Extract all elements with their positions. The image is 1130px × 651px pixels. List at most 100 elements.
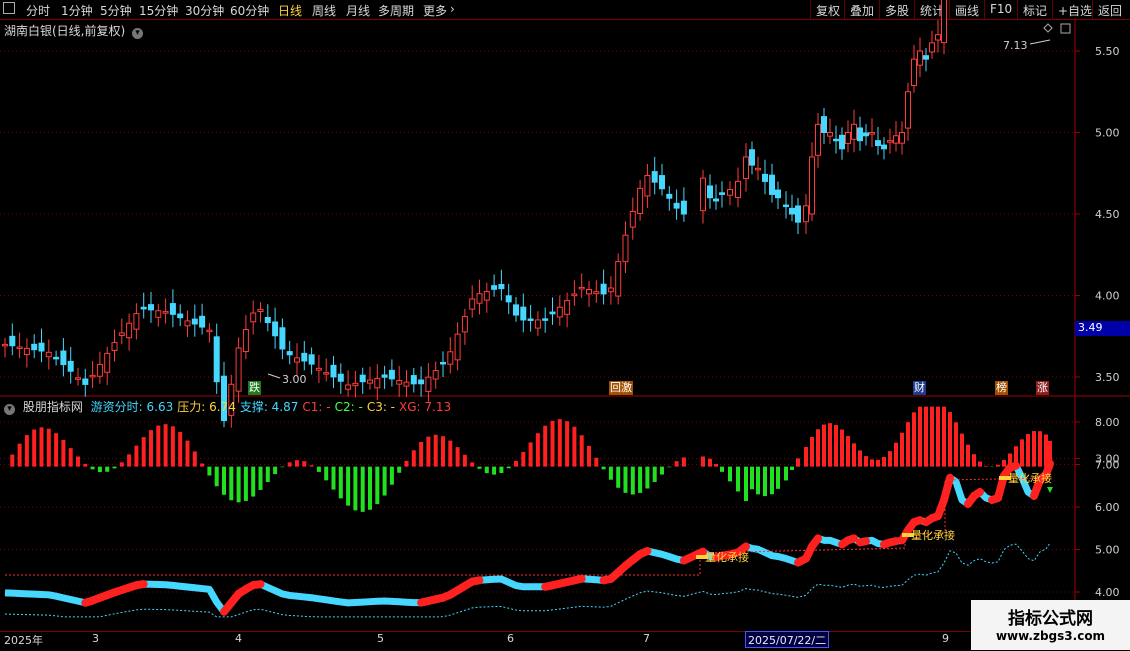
histogram-bar-down	[478, 467, 482, 469]
histogram-bar-down	[98, 467, 102, 472]
candle-body	[776, 190, 781, 198]
candle-body	[214, 337, 219, 382]
histogram-bar-up	[193, 451, 197, 466]
histogram-bar-up	[441, 436, 445, 466]
candle-body	[477, 294, 482, 303]
histogram-bar-up	[828, 423, 832, 466]
histogram-bar-up	[412, 450, 416, 466]
chart-canvas[interactable]: 7.006.506.005.505.004.504.003.503.008.00…	[0, 0, 1130, 650]
histogram-bar-up	[164, 424, 168, 466]
support-line	[5, 543, 1050, 617]
candle-body	[900, 133, 905, 144]
histogram-bar-up	[120, 462, 124, 466]
histogram-bar-up	[572, 427, 576, 467]
price-tick-label: 4.00	[1095, 290, 1120, 303]
histogram-bar-down	[616, 467, 620, 488]
youzi-line-red	[640, 551, 647, 554]
candle-body	[660, 176, 665, 189]
date-month-4: 4	[235, 632, 242, 645]
histogram-bar-down	[339, 467, 343, 499]
histogram-bar-up	[10, 455, 14, 467]
histogram-bar-down	[113, 467, 117, 469]
histogram-bar-up	[40, 427, 44, 466]
candle-body	[852, 124, 857, 139]
histogram-bar-down	[368, 467, 372, 510]
candle-body	[105, 353, 110, 372]
histogram-bar-up	[558, 419, 562, 466]
histogram-bar-up	[156, 426, 160, 467]
candle-body	[170, 304, 175, 315]
histogram-bar-down	[207, 467, 211, 476]
candle-body	[287, 352, 292, 355]
histogram-bar-down	[728, 467, 732, 482]
candle-body	[309, 355, 314, 364]
histogram-bar-down	[784, 467, 788, 481]
candle-body	[258, 309, 263, 311]
histogram-bar-down	[763, 467, 767, 496]
candle-body	[521, 307, 526, 320]
candle-body	[375, 378, 380, 387]
candle-body	[163, 312, 168, 314]
histogram-bar-up	[960, 434, 964, 467]
histogram-bar-up	[295, 460, 299, 466]
candle-body	[681, 201, 686, 214]
indicator-value: 压力: 6.74	[177, 400, 236, 414]
histogram-bar-down	[280, 467, 284, 468]
candle-body	[32, 344, 37, 349]
histogram-bar-up	[1002, 460, 1006, 467]
candle-body	[888, 141, 893, 143]
candle-body	[828, 133, 833, 137]
candle-body	[185, 321, 190, 326]
histogram-bar-down	[397, 467, 401, 473]
histogram-bar-up	[434, 435, 438, 467]
indicator-toggle-icon[interactable]: ▾	[4, 404, 15, 415]
histogram-bar-up	[972, 454, 976, 466]
indicator-name[interactable]: 股朋指标网	[23, 400, 83, 414]
candle-body	[535, 320, 540, 328]
candle-body	[674, 203, 679, 208]
histogram-bar-up	[810, 437, 814, 467]
candle-body	[623, 235, 628, 262]
candle-body	[784, 205, 789, 207]
indicator-tick-label: 6.00	[1095, 501, 1120, 514]
indicator-value: 支撑: 4.87	[240, 400, 299, 414]
candle-body	[265, 317, 270, 322]
youzi-line-red	[890, 541, 896, 542]
histogram-bar-up	[864, 456, 868, 467]
histogram-bar-down	[624, 467, 628, 493]
candle-body	[858, 128, 863, 141]
histogram-bar-up	[419, 442, 423, 467]
candle-body	[736, 181, 741, 197]
histogram-bar-up	[876, 460, 880, 467]
histogram-bar-up	[310, 465, 314, 466]
histogram-bar-up	[587, 446, 591, 467]
event-badge[interactable]: 涨	[1036, 381, 1049, 395]
price-tick-label: 3.50	[1095, 371, 1120, 384]
candle-body	[353, 383, 358, 385]
histogram-bar-up	[894, 443, 898, 467]
event-badge[interactable]: 榜	[995, 381, 1008, 395]
date-year: 2025年	[4, 632, 43, 648]
histogram-bar-down	[499, 467, 503, 473]
candle-body	[397, 381, 402, 385]
candle-body	[506, 296, 511, 302]
event-badge[interactable]: 财	[913, 381, 926, 395]
candle-body	[236, 348, 241, 391]
histogram-bar-up	[918, 407, 922, 467]
histogram-bar-up	[796, 458, 800, 466]
candle-body	[83, 379, 88, 384]
histogram-bar-up	[76, 456, 80, 466]
candle-body	[149, 305, 154, 310]
candle-body	[441, 362, 446, 364]
candle-body	[54, 357, 59, 359]
histogram-bar-down	[361, 467, 365, 512]
candle-body	[557, 307, 562, 317]
event-badge[interactable]: 跌	[248, 381, 261, 395]
youzi-line-red	[974, 492, 980, 496]
candle-body	[822, 117, 827, 133]
histogram-bar-up	[912, 412, 916, 466]
histogram-bar-up	[840, 430, 844, 467]
event-badge[interactable]: 回激	[609, 381, 633, 395]
candle-body	[864, 133, 869, 136]
histogram-bar-up	[846, 436, 850, 467]
